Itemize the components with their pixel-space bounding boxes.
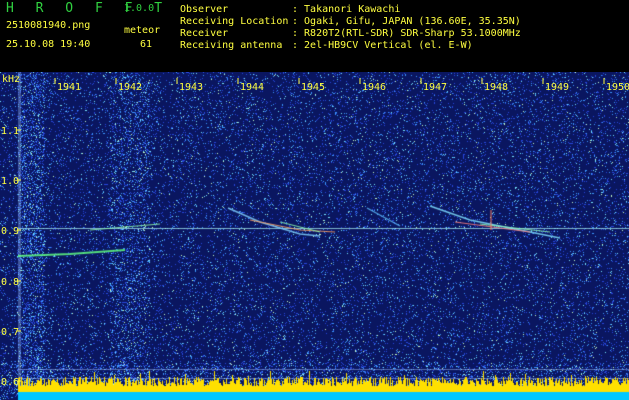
- info-row-antenna: Receiving antenna : 2el-HB9CV Vertical (e…: [180, 40, 473, 51]
- header-panel: H R O F F T 1.0.0 2510081940.png meteor …: [0, 0, 629, 72]
- info-value: : R820T2(RTL-SDR) SDR-Sharp 53.1000MHz: [292, 28, 521, 39]
- file-name: 2510081940.png: [6, 20, 91, 31]
- info-row-receiver: Receiver : R820T2(RTL-SDR) SDR-Sharp 53.1…: [180, 28, 521, 39]
- x-tick-label: 1943: [179, 82, 203, 93]
- x-tick-label: 1945: [301, 82, 325, 93]
- info-key: Observer: [180, 4, 229, 15]
- y-tick-label: 1.0: [1, 176, 19, 187]
- info-key: Receiver: [180, 28, 229, 39]
- meteor-label: meteor: [124, 25, 161, 36]
- info-value: : Ogaki, Gifu, JAPAN (136.60E, 35.35N): [292, 16, 521, 27]
- x-tick-label: 1946: [362, 82, 386, 93]
- info-row-observer: Observer : Takanori Kawachi: [180, 4, 400, 15]
- x-axis-ticks: 1941 1942 1943 1944 1945 1946 1947 1948 1949 1950: [54, 78, 629, 93]
- app-version: 1.0.0: [124, 3, 155, 14]
- x-tick-label: 1944: [240, 82, 264, 93]
- x-tick-label: 1947: [423, 82, 447, 93]
- y-axis-unit: kHz: [2, 74, 20, 85]
- y-tick-label: 0.7: [1, 327, 19, 338]
- date-time: 25.10.08 19:40: [6, 39, 91, 50]
- y-tick-label: 0.6: [1, 377, 19, 388]
- info-key: Receiving Location: [180, 16, 289, 27]
- x-tick-label: 1941: [57, 82, 81, 93]
- x-tick-label: 1949: [545, 82, 569, 93]
- y-tick-label: 0.9: [1, 226, 19, 237]
- meteor-count: 61: [140, 39, 153, 50]
- info-value: : Takanori Kawachi: [292, 4, 401, 15]
- info-key: Receiving antenna: [180, 40, 283, 51]
- y-tick-label: 0.8: [1, 277, 19, 288]
- x-tick-label: 1948: [484, 82, 508, 93]
- y-axis-ticks: 1.1 1.0 0.9 0.8 0.7 0.6: [1, 126, 21, 388]
- info-value: : 2el-HB9CV Vertical (el. E-W): [292, 40, 473, 51]
- y-tick-label: 1.1: [1, 126, 19, 137]
- spectrogram-overlay: kHz 1.11.00.90.80.70.6 1941 1942 1943 1944 1…: [1, 74, 629, 388]
- x-tick-label: 1942: [118, 82, 142, 93]
- spectrogram-panel: kHz 1.1 1.0 0.9 0.8 0.7 0.6 1941 1942 1943 1944 1…: [0, 72, 629, 400]
- info-row-location: Receiving Location: Ogaki, Gifu, JAPAN (…: [180, 16, 521, 27]
- x-tick-label: 1950: [606, 82, 629, 93]
